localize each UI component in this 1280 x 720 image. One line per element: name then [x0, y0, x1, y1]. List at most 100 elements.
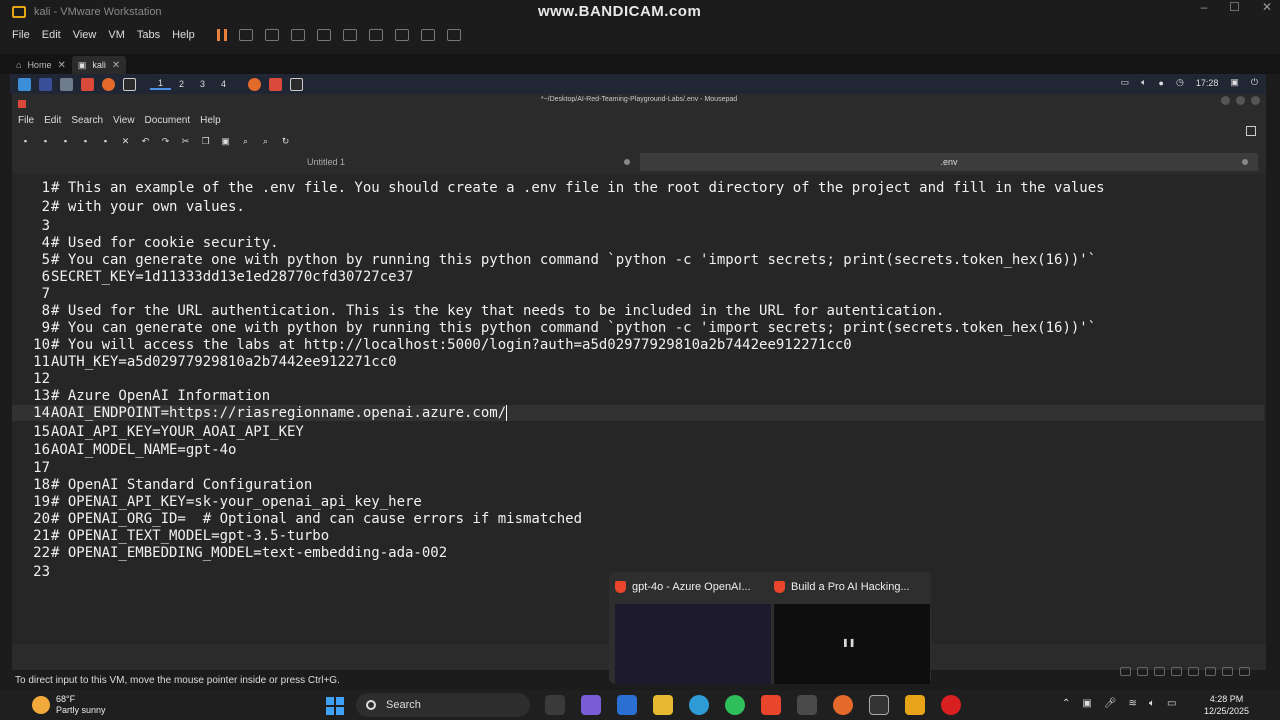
line-text[interactable]: # Used for the URL authentication. This … [51, 303, 944, 319]
new-window-icon[interactable]: ▪ [40, 136, 51, 147]
go-to-line-icon[interactable]: ↻ [280, 136, 291, 147]
editor-line[interactable]: 8 # Used for the URL authentication. This… [12, 303, 945, 319]
tab-untitled-1[interactable]: Untitled 1 [12, 153, 640, 171]
taskbar-search[interactable]: Search [356, 693, 530, 717]
network-adapter-icon[interactable] [1154, 667, 1165, 676]
close-icon[interactable]: ✕ [1262, 0, 1272, 14]
editor-line[interactable]: 22 # OPENAI_EMBEDDING_MODEL=text-embeddin… [12, 545, 447, 561]
terminal-window-icon[interactable] [290, 77, 303, 91]
line-text[interactable]: # Azure OpenAI Information [51, 388, 270, 404]
whatsapp-icon[interactable] [725, 695, 745, 715]
menu-document[interactable]: Document [145, 115, 191, 126]
editor-line[interactable]: 4 # Used for cookie security. [12, 235, 279, 251]
battery-icon[interactable]: ▭ [1167, 698, 1176, 709]
snapshot-icon[interactable] [264, 29, 279, 41]
line-text[interactable]: # OPENAI_EMBEDDING_MODEL=text-embedding-… [51, 545, 447, 561]
workspace-2[interactable]: 2 [171, 79, 192, 89]
chevron-up-icon[interactable]: ⌃ [1062, 698, 1070, 709]
find-replace-icon[interactable]: ⌕ [260, 136, 271, 147]
preview-thumbnail[interactable] [615, 604, 771, 684]
preview-build-pro-ai[interactable]: Build a Pro AI Hacking... ❚❚ [774, 578, 930, 684]
menu-help[interactable]: Help [172, 29, 195, 41]
menu-edit[interactable]: Edit [44, 115, 61, 126]
usb-icon[interactable] [1171, 667, 1182, 676]
lock-icon[interactable]: ▣ [1230, 77, 1239, 88]
menu-file[interactable]: File [18, 115, 34, 126]
menu-search[interactable]: Search [71, 115, 103, 126]
close-tab-icon[interactable]: ✕ [112, 60, 120, 71]
full-screen-icon[interactable] [394, 29, 409, 41]
editor-line[interactable]: 7 [12, 286, 51, 302]
minimize-icon[interactable] [1221, 96, 1230, 105]
firefox-window-icon[interactable] [248, 77, 261, 91]
line-text[interactable]: # You can generate one with python by ru… [51, 252, 1096, 268]
line-text[interactable]: SECRET_KEY=1d11333dd13e1ed28770cfd30727c… [51, 269, 413, 285]
copilot-icon[interactable] [581, 695, 601, 715]
brave-icon[interactable] [761, 695, 781, 715]
editor-line[interactable]: 1 # This an example of the .env file. You… [12, 180, 1105, 196]
close-document-icon[interactable]: ✕ [120, 136, 131, 147]
editor-line[interactable]: 16 AOAI_MODEL_NAME=gpt-4o [12, 442, 236, 458]
hard-disk-icon[interactable] [1120, 667, 1131, 676]
cd-drive-icon[interactable] [1137, 667, 1148, 676]
outlook-icon[interactable] [617, 695, 637, 715]
maximize-icon[interactable]: ☐ [1229, 0, 1240, 14]
close-tab-icon[interactable]: ✕ [57, 60, 65, 71]
show-desktop-icon[interactable] [39, 77, 52, 91]
panel-clock[interactable]: 17:28 [1196, 78, 1219, 88]
start-button[interactable] [326, 697, 344, 715]
line-text[interactable]: # OPENAI_API_KEY=sk-your_openai_api_key_… [51, 494, 422, 510]
microsoft-store-icon[interactable] [797, 695, 817, 715]
terminal-icon[interactable] [869, 695, 889, 715]
editor-line[interactable]: 9 # You can generate one with python by r… [12, 320, 1097, 336]
stretch-guest-icon[interactable] [446, 29, 461, 41]
preview-azure-openai[interactable]: gpt-4o - Azure OpenAI... [615, 578, 771, 684]
pause-icon[interactable] [216, 29, 227, 41]
workspace-1[interactable]: 1 [150, 78, 171, 90]
save-icon[interactable]: ▪ [80, 136, 91, 147]
save-as-icon[interactable]: ▪ [100, 136, 111, 147]
file-manager-icon[interactable] [60, 77, 73, 91]
snapshot-manager-icon[interactable] [316, 29, 331, 41]
close-tab-icon[interactable] [624, 159, 630, 165]
minimize-icon[interactable]: – [1200, 0, 1207, 14]
menu-view[interactable]: View [113, 115, 135, 126]
line-text[interactable]: AOAI_API_KEY=YOUR_AOAI_API_KEY [51, 424, 304, 440]
thumbnail-bar-icon[interactable] [368, 29, 383, 41]
message-log-icon[interactable] [1239, 667, 1250, 676]
bandicam-icon[interactable] [941, 695, 961, 715]
paste-icon[interactable]: ▣ [220, 136, 231, 147]
editor-line[interactable]: 11 AUTH_KEY=a5d02977929810a2b7442ee912271… [12, 354, 397, 370]
menu-view[interactable]: View [73, 29, 97, 41]
find-icon[interactable]: ⌕ [240, 136, 251, 147]
kali-menu-icon[interactable] [18, 77, 31, 91]
line-text[interactable]: # This an example of the .env file. You … [51, 180, 1105, 196]
editor-line[interactable]: 5 # You can generate one with python by r… [12, 252, 1097, 268]
text-editor-icon[interactable] [81, 77, 94, 91]
firefox-icon[interactable] [102, 77, 115, 91]
editor-line[interactable]: 13 # Azure OpenAI Information [12, 388, 270, 404]
line-text[interactable]: AOAI_ENDPOINT=https://riasregionname.ope… [51, 405, 506, 421]
editor-line[interactable]: 21 # OPENAI_TEXT_MODEL=gpt-3.5-turbo [12, 528, 329, 544]
editor-line[interactable]: 12 [12, 371, 51, 387]
mousepad-window-icon[interactable] [269, 77, 282, 91]
redo-icon[interactable]: ↷ [160, 136, 171, 147]
editor-line[interactable]: 6 SECRET_KEY=1d11333dd13e1ed28770cfd30727… [12, 269, 414, 285]
microphone-icon[interactable]: 🎤︎ [1104, 698, 1117, 709]
display-icon[interactable]: ▭ [1121, 77, 1130, 88]
editor-line[interactable]: 15 AOAI_API_KEY=YOUR_AOAI_API_KEY [12, 424, 304, 440]
line-text[interactable]: # OPENAI_TEXT_MODEL=gpt-3.5-turbo [51, 528, 329, 544]
editor-line[interactable]: 3 [12, 218, 51, 234]
maximize-icon[interactable] [1236, 96, 1245, 105]
editor-line[interactable]: 19 # OPENAI_API_KEY=sk-your_openai_api_ke… [12, 494, 422, 510]
line-text[interactable]: # Used for cookie security. [51, 235, 279, 251]
console-view-icon[interactable] [420, 29, 435, 41]
editor-line[interactable]: 23 [12, 564, 51, 580]
tab-kali[interactable]: ▣ kali ✕ [71, 56, 127, 74]
editor-line[interactable]: 18 # OpenAI Standard Configuration [12, 477, 312, 493]
menu-file[interactable]: File [12, 29, 30, 41]
editor-line[interactable]: 17 [12, 460, 51, 476]
edge-icon[interactable] [689, 695, 709, 715]
preview-thumbnail[interactable]: ❚❚ [774, 604, 930, 684]
line-text[interactable]: AUTH_KEY=a5d02977929810a2b7442ee912271cc… [51, 354, 397, 370]
